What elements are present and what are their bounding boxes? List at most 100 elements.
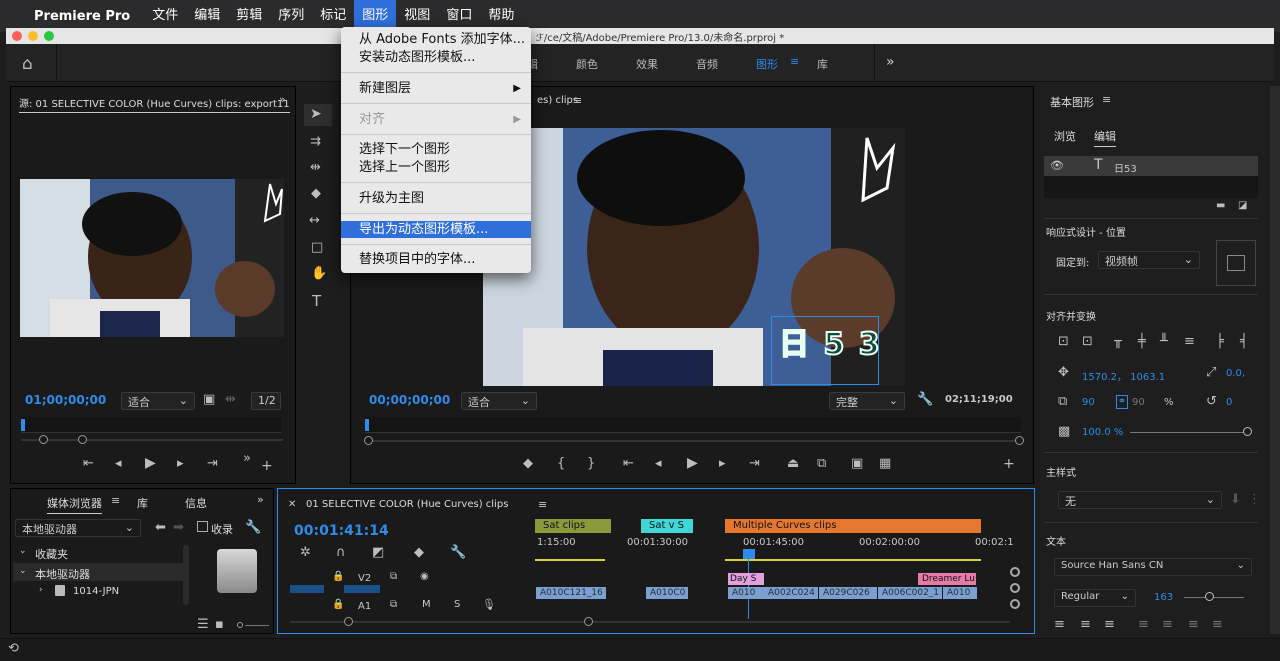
justify-icon[interactable]: ≡ (1188, 617, 1199, 632)
pin-to-select[interactable]: 视频帧 ⌄ (1098, 251, 1200, 269)
tree-item-drive[interactable]: 1014-JPN (73, 586, 119, 597)
step-forward-icon[interactable]: ▸ (719, 456, 726, 471)
anchor-value[interactable]: 0.0, (1226, 368, 1245, 379)
adjustment-clip[interactable]: Sat v S (641, 519, 693, 533)
zoom-handle-right[interactable] (78, 435, 87, 444)
align-text-center-icon[interactable]: ≡ (1080, 617, 1091, 632)
add-button-icon[interactable]: + (1003, 456, 1015, 472)
source-monitor-title[interactable]: 源: 01 SELECTIVE COLOR (Hue Curves) clips… (19, 95, 290, 113)
linked-selection-icon[interactable]: ∩ (336, 545, 346, 560)
menu-item-install-mogrt[interactable]: 安装动态图形模板... (341, 49, 531, 66)
eye-icon[interactable]: ◉ (420, 571, 429, 582)
menu-item-add-adobe-fonts[interactable]: 从 Adobe Fonts 添加字体... (341, 31, 531, 48)
play-icon[interactable]: ▶ (145, 455, 156, 471)
panel-menu-icon[interactable]: ≡ (111, 494, 120, 507)
mute-button[interactable]: M (422, 599, 431, 610)
justify-icon[interactable]: ≡ (1162, 617, 1173, 632)
track-target-v2[interactable] (290, 585, 324, 593)
workspace-menu-icon[interactable]: ≡ (790, 55, 799, 68)
essential-graphics-title[interactable]: 基本图形 (1050, 94, 1094, 110)
microphone-icon[interactable]: 🎙 (482, 598, 496, 611)
go-to-in-icon[interactable]: ⇤ (83, 456, 94, 471)
wrench-icon[interactable]: 🔧 (917, 392, 933, 407)
minimize-window-button[interactable] (28, 31, 38, 41)
add-marker-icon[interactable]: ◆ (414, 545, 424, 560)
go-to-out-icon[interactable]: ⇥ (207, 456, 218, 471)
source-timecode[interactable]: 01;00;00;00 (25, 393, 106, 407)
font-size-slider-track[interactable] (1184, 597, 1244, 598)
track-label-v2[interactable]: V2 (358, 573, 371, 584)
timeline-timecode[interactable]: 00:01:41:14 (294, 523, 389, 539)
track-label-a1[interactable]: A1 (358, 601, 371, 612)
track-height-handle[interactable] (1010, 583, 1020, 593)
font-family-select[interactable]: Source Han Sans CN ⌄ (1054, 558, 1252, 576)
chevron-down-icon[interactable]: ⌄ (19, 546, 27, 556)
extract-icon[interactable]: ⧉ (817, 456, 826, 471)
settings-icon[interactable]: ▣ (203, 392, 215, 407)
zoom-handle-right[interactable] (1015, 436, 1024, 445)
opacity-slider-handle[interactable] (1243, 427, 1252, 436)
workspace-tab-graphics[interactable]: 图形 (756, 56, 778, 72)
source-resolution-select[interactable]: 1/2 (251, 392, 281, 410)
icon-view-icon[interactable]: ▪ (215, 617, 224, 632)
back-icon[interactable]: ⬅ (155, 520, 166, 535)
zoom-window-button[interactable] (44, 31, 54, 41)
pin-widget[interactable] (1216, 240, 1256, 286)
solo-button[interactable]: S (454, 599, 460, 610)
panel-menu-icon[interactable]: ≡ (1102, 93, 1111, 106)
workspace-tab-color[interactable]: 颜色 (576, 56, 598, 72)
lock-icon[interactable]: 🔒 (332, 599, 344, 610)
rectangle-tool-icon[interactable]: □ (311, 240, 323, 255)
align-top-icon[interactable]: ╥ (1114, 334, 1122, 349)
home-icon[interactable]: ⌂ (22, 54, 33, 74)
v1-clip[interactable]: A029C026 (819, 587, 877, 599)
folder-icon[interactable]: ▬ (1216, 200, 1225, 211)
align-text-right-icon[interactable]: ≡ (1104, 617, 1115, 632)
menu-item-upgrade-to-master[interactable]: 升级为主图 (341, 190, 531, 207)
align-bottom-icon[interactable]: ╨ (1160, 334, 1168, 349)
workspace-tab-audio[interactable]: 音频 (696, 56, 718, 72)
tree-item-favorites[interactable]: 收藏夹 (35, 546, 68, 562)
source-zoom-bar[interactable] (21, 439, 283, 441)
wrench-icon[interactable]: 🔧 (245, 520, 261, 535)
export-frame-icon[interactable]: ▣ (851, 456, 863, 471)
program-timecode[interactable]: 00;00;00;00 (369, 393, 450, 407)
tab-info[interactable]: 信息 (185, 495, 207, 511)
track-height-handle[interactable] (1010, 599, 1020, 609)
timeline-title[interactable]: 01 SELECTIVE COLOR (Hue Curves) clips (306, 499, 508, 510)
tab-edit[interactable]: 编辑 (1094, 128, 1116, 147)
compare-view-icon[interactable]: ▦ (879, 456, 891, 471)
v1-clip[interactable]: A010 (728, 587, 764, 599)
timeline-scrollbar[interactable] (290, 621, 1010, 623)
menu-item-new-layer[interactable]: 新建图层 ▶ (341, 80, 531, 97)
panel-menu-icon[interactable]: ≡ (573, 94, 582, 107)
layer-row[interactable]: 👁 T 日53 (1044, 156, 1258, 176)
justify-icon[interactable]: ≡ (1138, 617, 1149, 632)
v2-clip[interactable]: Day S (728, 573, 764, 585)
master-style-select[interactable]: 无 ⌄ (1058, 491, 1222, 509)
mark-out-icon[interactable]: } (587, 456, 595, 471)
app-name[interactable]: Premiere Pro (34, 9, 130, 24)
scroll-handle-left[interactable] (344, 617, 353, 626)
razor-tool-icon[interactable]: ◆ (311, 186, 321, 201)
workspace-tab-libraries[interactable]: 库 (817, 56, 828, 72)
align-middle-icon[interactable]: ╪ (1138, 334, 1146, 349)
zoom-slider-track[interactable] (245, 625, 269, 626)
panel-menu-icon[interactable]: ≡ (538, 498, 547, 511)
constrain-scale-icon[interactable]: ⚭ (1116, 395, 1128, 409)
scroll-handle-right[interactable] (584, 617, 593, 626)
menu-item-replace-fonts[interactable]: 替换项目中的字体... (341, 251, 531, 268)
source-time-ruler[interactable] (21, 417, 281, 433)
layer-name[interactable]: 日53 (1114, 160, 1137, 175)
go-to-out-icon[interactable]: ⇥ (749, 456, 760, 471)
v1-clip[interactable]: A006C002_1 (878, 587, 942, 599)
panel-overflow-icon[interactable]: » (279, 93, 286, 106)
scale-value[interactable]: 90 (1082, 397, 1095, 408)
adjustment-clip[interactable]: Sat clips (535, 519, 611, 533)
program-zoom-bar[interactable] (369, 440, 1019, 442)
step-forward-icon[interactable]: ▸ (177, 456, 184, 471)
sync-lock-icon[interactable]: ⧉ (390, 599, 397, 610)
distribute-icon[interactable]: ≡ (1184, 334, 1195, 349)
type-tool-icon[interactable]: T (312, 292, 321, 310)
zoom-handle-left[interactable] (39, 435, 48, 444)
